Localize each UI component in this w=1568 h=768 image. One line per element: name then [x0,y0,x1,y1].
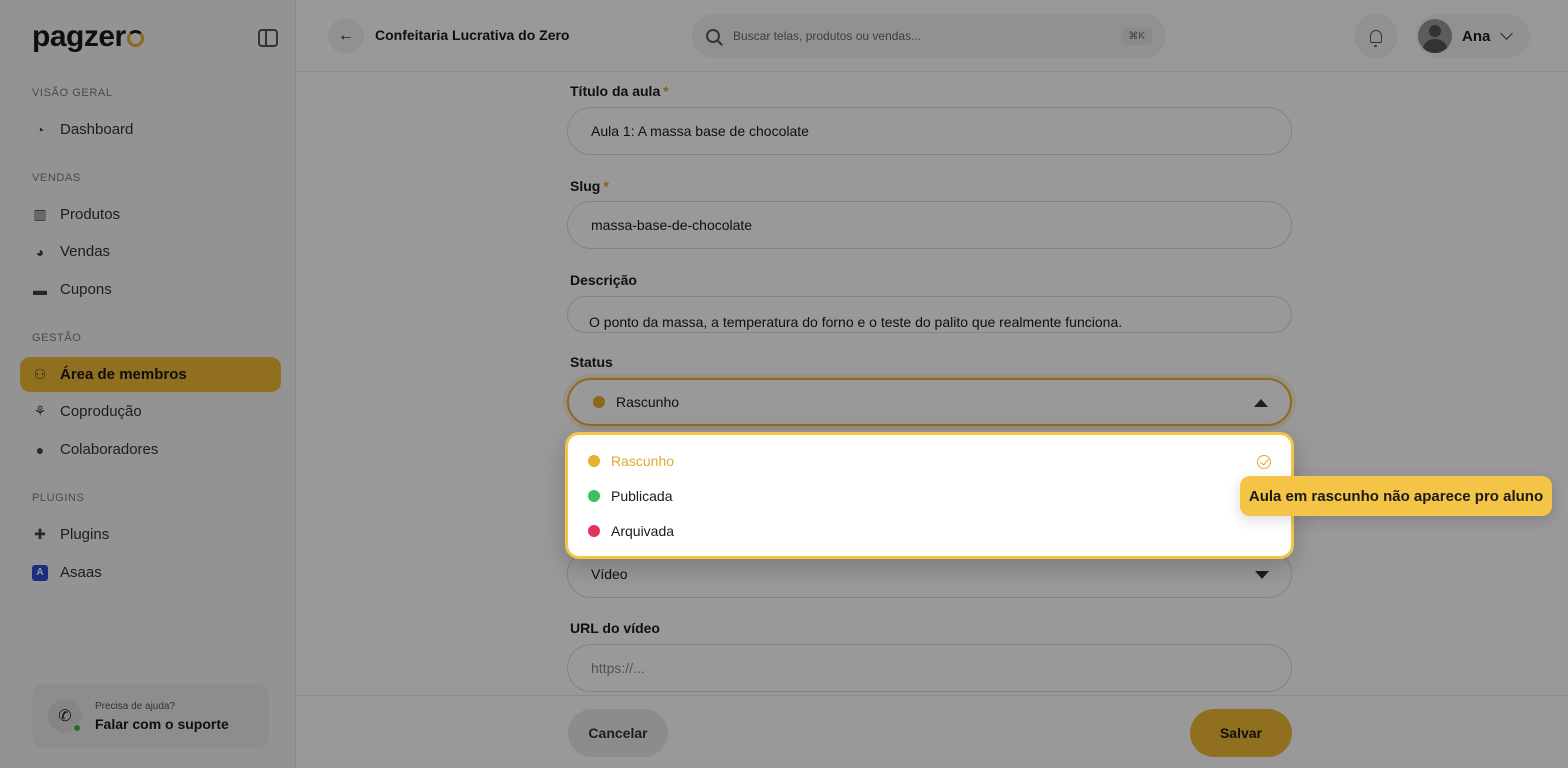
status-dot [588,455,600,467]
status-option-archived[interactable]: Arquivada [588,523,674,539]
status-dropdown-menu: Rascunho Publicada Arquivada [565,432,1294,559]
option-label: Publicada [611,488,673,504]
option-label: Rascunho [611,453,675,469]
modal-overlay[interactable] [0,0,1568,768]
status-option-draft[interactable]: Rascunho [588,453,674,469]
status-option-published[interactable]: Publicada [588,488,673,504]
status-tooltip: Aula em rascunho não aparece pro aluno [1240,476,1552,516]
status-dot [588,525,600,537]
check-icon [1257,455,1271,469]
status-dot [588,490,600,502]
option-label: Arquivada [611,523,675,539]
